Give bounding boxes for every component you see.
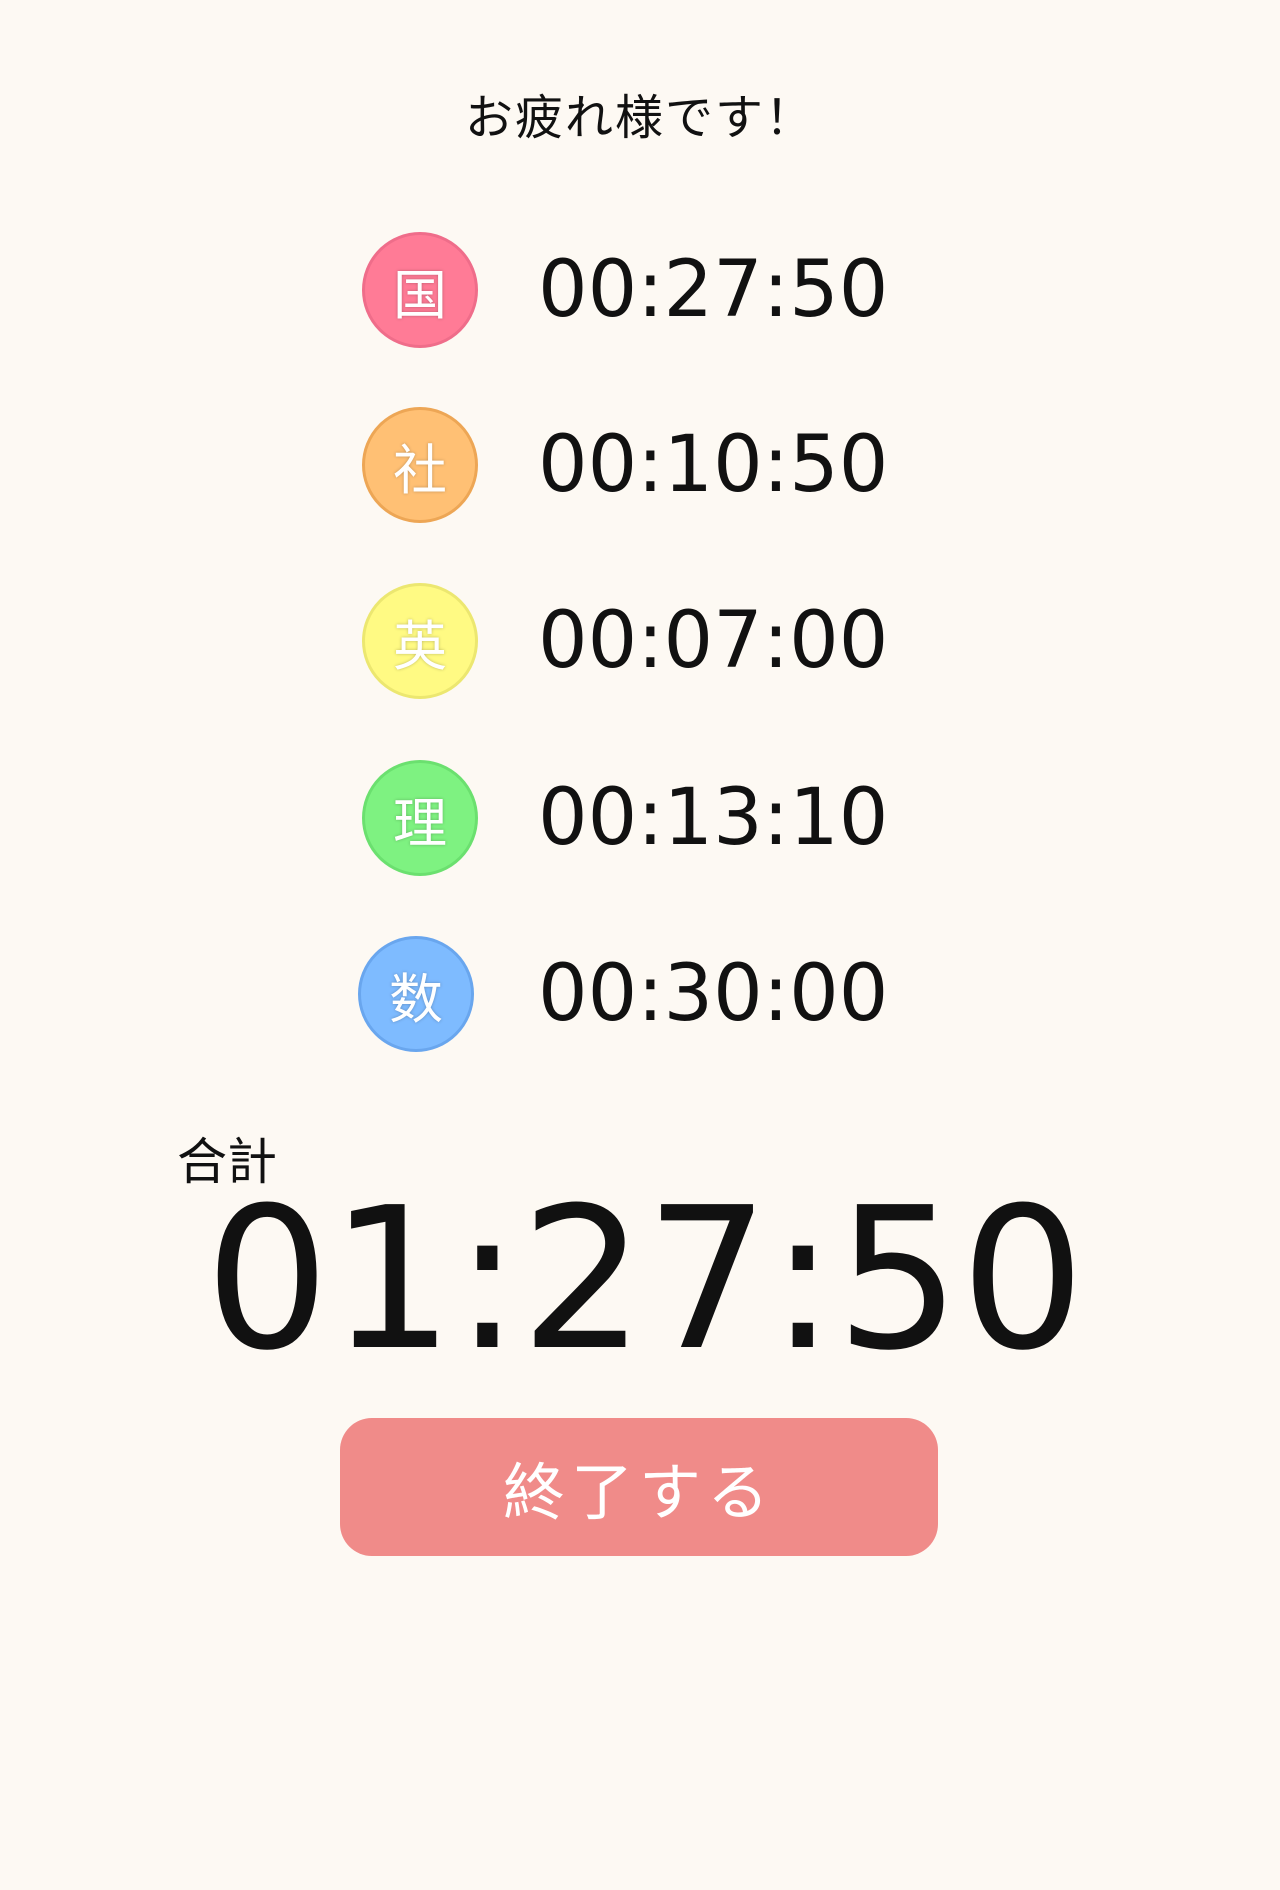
- total-time: 01:27:50: [204, 1166, 1086, 1394]
- subject-row-shakai: 社 00:10:50: [362, 404, 888, 526]
- subject-badge-sugaku: 数: [358, 936, 474, 1052]
- subject-time-eigo: 00:07:00: [538, 596, 889, 686]
- subject-row-kokugo: 国 00:27:50: [362, 229, 888, 351]
- subject-row-eigo: 英 00:07:00: [362, 580, 888, 702]
- subject-time-shakai: 00:10:50: [538, 420, 889, 510]
- subject-badge-kokugo: 国: [362, 232, 478, 348]
- subject-badge-shakai: 社: [362, 407, 478, 523]
- subject-badge-rika: 理: [362, 760, 478, 876]
- subject-row-rika: 理 00:13:10: [362, 757, 888, 879]
- subject-badge-eigo: 英: [362, 583, 478, 699]
- finish-button[interactable]: 終了する: [340, 1418, 938, 1556]
- subject-time-sugaku: 00:30:00: [538, 949, 889, 1039]
- subject-time-rika: 00:13:10: [538, 773, 889, 863]
- page-title: お疲れ様です！: [464, 90, 815, 146]
- subject-row-sugaku: 数 00:30:00: [358, 933, 888, 1055]
- subject-time-kokugo: 00:27:50: [538, 245, 889, 335]
